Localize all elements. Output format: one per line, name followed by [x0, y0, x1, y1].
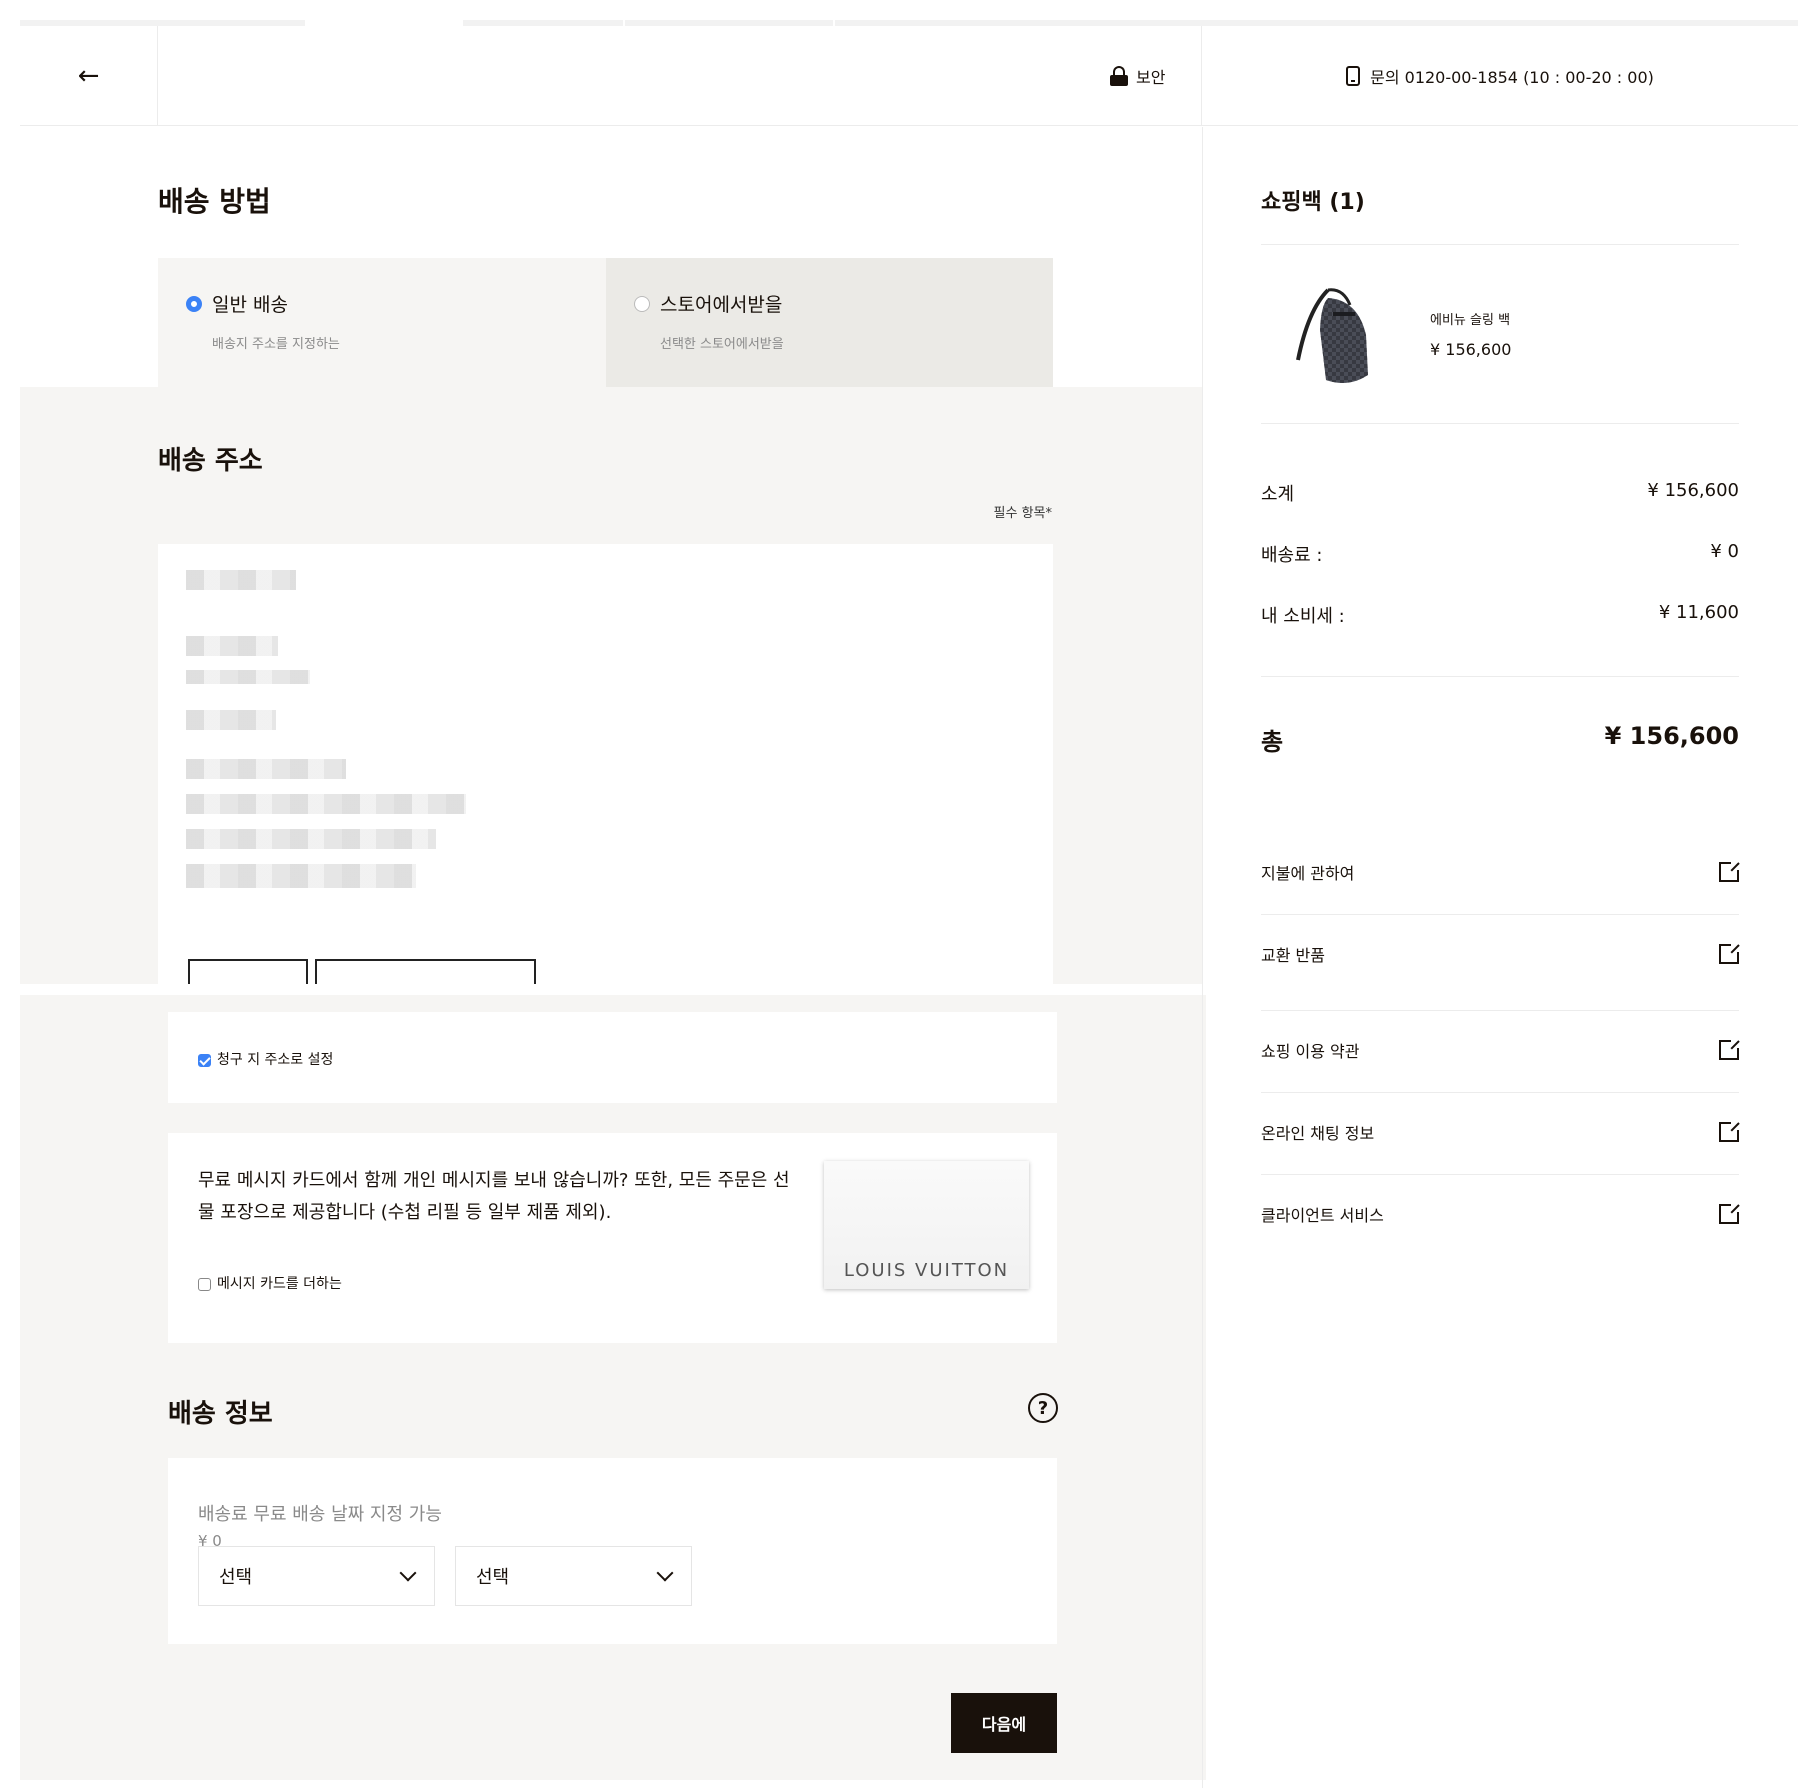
- phone-icon: [1346, 66, 1361, 86]
- message-card-checkbox-label: 메시지 카드를 더하는: [217, 1276, 342, 1292]
- checkout-header: ← 보안 문의 0120-00-1854 (10 : 00-20 : 00): [20, 26, 1798, 126]
- tax-value: ¥ 11,600: [1658, 602, 1739, 623]
- link-client-services[interactable]: 클라이언트 서비스: [1261, 1202, 1741, 1226]
- lock-icon: [1110, 66, 1128, 86]
- subtotal-value: ¥ 156,600: [1647, 480, 1739, 501]
- total-label: 총: [1261, 728, 1284, 756]
- contact-info: 문의 0120-00-1854 (10 : 00-20 : 00): [1202, 26, 1798, 126]
- product-name[interactable]: 에비뉴 슬링 백: [1430, 309, 1510, 328]
- chevron-down-icon: [399, 1564, 417, 1582]
- shipping-option-card: 배송료 무료 배송 날짜 지정 가능 ¥ 0 선택 선택: [168, 1458, 1057, 1644]
- link-online-chat[interactable]: 온라인 채팅 정보: [1261, 1120, 1741, 1144]
- delivery-option-store[interactable]: 스토어에서받을 선택한 스토어에서받을: [606, 258, 1053, 387]
- radio-selected-icon[interactable]: [186, 295, 202, 312]
- shipping-fee-value: ¥ 0: [1710, 541, 1739, 562]
- secure-label: 보안: [1136, 68, 1166, 87]
- delivery-method-title: 배송 방법: [158, 185, 271, 218]
- shopping-bag-title: 쇼핑백 (1): [1261, 190, 1365, 215]
- card-brand: LOUIS VUITTON: [843, 1260, 1010, 1281]
- tax-label: 내 소비세 :: [1261, 606, 1345, 627]
- billing-label: 청구 지 주소로 설정: [217, 1052, 334, 1068]
- billing-checkbox[interactable]: [198, 1053, 211, 1067]
- product-image: [1296, 288, 1368, 384]
- billing-card: 청구 지 주소로 설정: [168, 1012, 1057, 1103]
- link-payment[interactable]: 지불에 관하여: [1261, 860, 1741, 884]
- contact-text: 문의 0120-00-1854 (10 : 00-20 : 00): [1370, 68, 1654, 87]
- shipping-option-label: 배송료 무료 배송 날짜 지정 가능: [198, 1504, 442, 1525]
- option-sub: 배송지 주소를 지정하는: [212, 337, 340, 352]
- secure-indicator: 보안: [1110, 26, 1165, 126]
- option-label: 스토어에서받을: [660, 294, 783, 316]
- product-price: ¥ 156,600: [1430, 340, 1512, 359]
- arrow-left-icon: ←: [77, 61, 100, 91]
- shipping-info-title: 배송 정보: [168, 1399, 273, 1429]
- link-label: 온라인 채팅 정보: [1261, 1124, 1375, 1143]
- total-value: ¥ 156,600: [1604, 722, 1739, 750]
- total-row: 총 ¥ 156,600: [1261, 722, 1739, 757]
- time-select[interactable]: 선택: [455, 1546, 692, 1606]
- required-note: 필수 항목*: [993, 506, 1052, 521]
- link-label: 지불에 관하여: [1261, 864, 1355, 883]
- date-select[interactable]: 선택: [198, 1546, 435, 1606]
- shipping-address-title: 배송 주소: [158, 446, 263, 476]
- external-link-icon: [1719, 860, 1741, 882]
- edit-address-button[interactable]: [188, 959, 308, 984]
- time-select-value: 선택: [476, 1567, 510, 1588]
- external-link-icon: [1719, 1038, 1741, 1060]
- message-card-section: 무료 메시지 카드에서 함께 개인 메시지를 보내 않습니까? 또한, 모든 주…: [168, 1133, 1057, 1343]
- link-label: 클라이언트 서비스: [1261, 1206, 1384, 1225]
- external-link-icon: [1719, 1120, 1741, 1142]
- address-card: [158, 544, 1053, 984]
- chevron-down-icon: [656, 1564, 674, 1582]
- radio-unselected-icon[interactable]: [634, 295, 650, 312]
- link-label: 교환 반품: [1261, 946, 1325, 965]
- help-icon[interactable]: ?: [1028, 1393, 1058, 1423]
- external-link-icon: [1719, 1202, 1741, 1224]
- subtotal-row: 소계 ¥ 156,600: [1261, 480, 1739, 506]
- link-label: 쇼핑 이용 약관: [1261, 1042, 1360, 1061]
- gift-card-image: LOUIS VUITTON: [824, 1161, 1029, 1289]
- message-card-text: 무료 메시지 카드에서 함께 개인 메시지를 보내 않습니까? 또한, 모든 주…: [198, 1170, 790, 1223]
- shipping-fee-label: 배송료 :: [1261, 545, 1323, 566]
- add-address-button[interactable]: [315, 959, 536, 984]
- tax-row: 내 소비세 : ¥ 11,600: [1261, 602, 1739, 628]
- message-card-checkbox[interactable]: [198, 1277, 211, 1291]
- link-terms[interactable]: 쇼핑 이용 약관: [1261, 1038, 1741, 1062]
- link-exchange-return[interactable]: 교환 반품: [1261, 942, 1741, 966]
- external-link-icon: [1719, 942, 1741, 964]
- option-sub: 선택한 스토어에서받을: [660, 337, 784, 352]
- subtotal-label: 소계: [1261, 484, 1295, 505]
- next-button[interactable]: 다음에: [951, 1693, 1057, 1753]
- delivery-option-standard[interactable]: 일반 배송 배송지 주소를 지정하는: [158, 258, 606, 387]
- option-label: 일반 배송: [212, 294, 288, 316]
- back-button[interactable]: ←: [20, 26, 158, 126]
- date-select-value: 선택: [219, 1567, 253, 1588]
- shipping-fee-row: 배송료 : ¥ 0: [1261, 541, 1739, 567]
